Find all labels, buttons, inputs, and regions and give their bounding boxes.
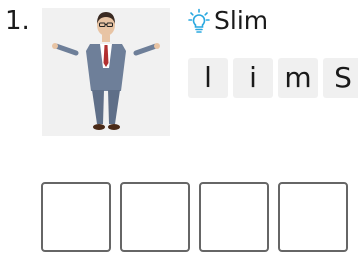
hint-word: Slim xyxy=(214,6,269,35)
man-figure-illustration xyxy=(52,12,160,130)
answer-slot[interactable] xyxy=(199,182,269,252)
answer-slots xyxy=(41,182,348,252)
word-picture xyxy=(42,8,170,136)
hint-row: Slim xyxy=(188,6,268,36)
answer-slot[interactable] xyxy=(278,182,348,252)
letter-tile[interactable]: i xyxy=(233,58,273,98)
letter-tile[interactable]: m xyxy=(278,58,318,98)
lightbulb-icon[interactable] xyxy=(188,8,210,34)
letter-tile[interactable]: S xyxy=(323,58,358,98)
letter-tiles: l i m S xyxy=(188,58,358,98)
question-number: 1. xyxy=(5,6,30,36)
answer-slot[interactable] xyxy=(41,182,111,252)
answer-slot[interactable] xyxy=(120,182,190,252)
letter-tile[interactable]: l xyxy=(188,58,228,98)
